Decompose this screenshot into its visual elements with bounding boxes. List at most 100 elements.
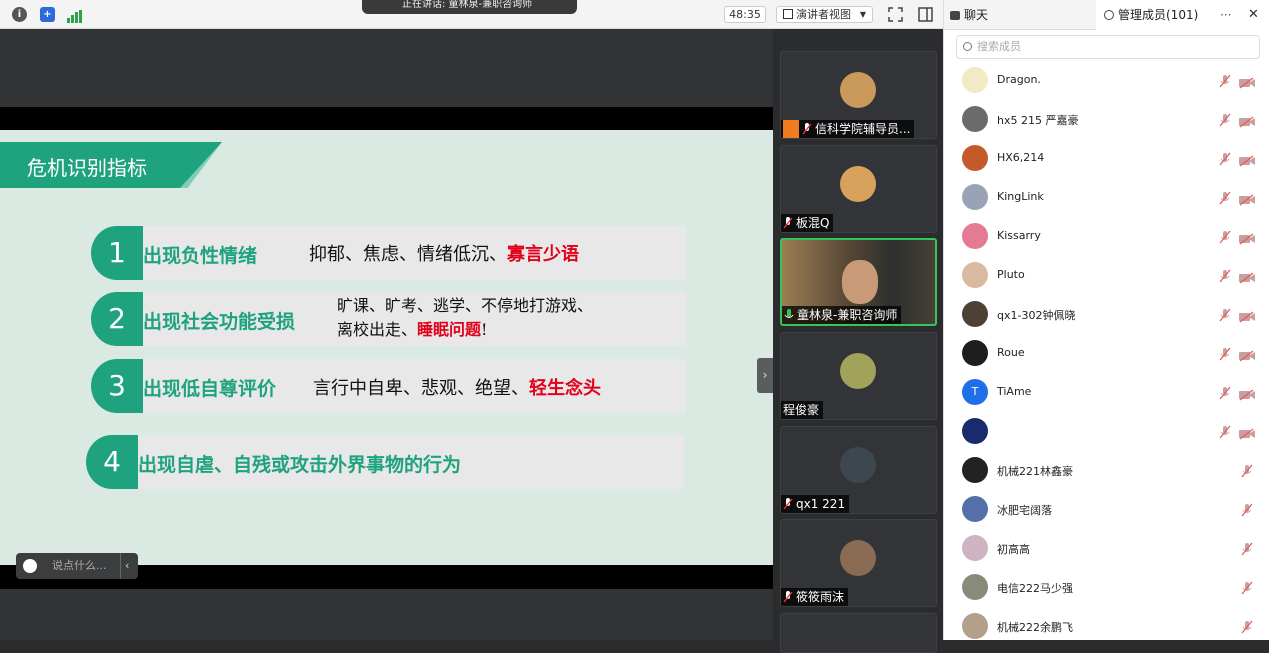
close-icon[interactable]: ✕ (1248, 0, 1259, 30)
mic-muted-icon[interactable] (1219, 73, 1231, 88)
member-row[interactable]: HX6,214 (944, 139, 1269, 178)
mic-muted-icon[interactable] (1219, 307, 1231, 322)
mic-muted-icon[interactable] (1241, 541, 1253, 556)
camera-off-icon[interactable] (1239, 269, 1255, 284)
mic-muted-icon[interactable] (1219, 385, 1231, 400)
emoji-icon[interactable] (23, 559, 37, 573)
camera-off-icon[interactable] (1239, 230, 1255, 245)
item-description: 抑郁、焦虑、情绪低沉、寡言少语 (309, 240, 579, 266)
member-row[interactable]: qx1-302钟佩晓 (944, 295, 1269, 334)
member-row[interactable]: Dragon. (944, 61, 1269, 100)
mic-muted-icon[interactable] (1241, 463, 1253, 478)
video-tile[interactable]: 程俊豪 (780, 332, 937, 420)
member-row[interactable]: 电信222马少强 (944, 568, 1269, 607)
camera-off-icon[interactable] (1239, 425, 1255, 440)
item-number: 1 (91, 226, 143, 280)
item-description: 言行中自卑、悲观、绝望、轻生念头 (313, 374, 601, 400)
mic-muted-icon[interactable] (1241, 580, 1253, 595)
mic-muted-icon[interactable] (1241, 502, 1253, 517)
item-number: 2 (91, 292, 143, 346)
more-options-icon[interactable]: ··· (1220, 0, 1231, 30)
member-avatar: T (962, 379, 988, 405)
desc-line-2: 离校出走、睡眠问题! (337, 318, 593, 342)
camera-off-icon[interactable] (1239, 152, 1255, 167)
mic-muted-icon[interactable] (1219, 346, 1231, 361)
item-heading: 出现低自尊评价 (143, 378, 277, 400)
presentation-slide: 危机识别指标 1 出现负性情绪 抑郁、焦虑、情绪低沉、寡言少语 2 出现社会功能… (0, 130, 773, 565)
member-row[interactable]: Roue (944, 334, 1269, 373)
member-row[interactable]: T TiAme (944, 373, 1269, 412)
info-icon[interactable]: i (12, 7, 27, 22)
desc-text: 离校出走、 (337, 320, 418, 339)
layout-toggle-icon[interactable] (917, 6, 934, 23)
camera-off-icon[interactable] (1239, 191, 1255, 206)
desc-text: 言行中自卑、悲观、绝望、 (313, 378, 529, 399)
member-avatar (962, 457, 988, 483)
search-placeholder: 搜索成员 (977, 40, 1021, 53)
mic-muted-icon[interactable] (1219, 424, 1231, 439)
member-row[interactable] (944, 412, 1269, 451)
participant-name: 信科学院辅导员... (815, 122, 911, 136)
member-row[interactable]: Pluto (944, 256, 1269, 295)
member-name: hx5 215 严嘉豪 (997, 114, 1079, 127)
member-row[interactable]: hx5 215 严嘉豪 (944, 100, 1269, 139)
person-icon (1104, 10, 1114, 20)
video-tile[interactable]: 筱筱雨沫 (780, 519, 937, 607)
mic-muted-icon (783, 498, 793, 510)
member-row[interactable]: 初高高 (944, 529, 1269, 568)
member-row[interactable]: Kissarry (944, 217, 1269, 256)
host-icon (783, 120, 799, 138)
mic-muted-icon[interactable] (1219, 229, 1231, 244)
member-row[interactable]: KingLink (944, 178, 1269, 217)
participant-avatar (840, 166, 876, 202)
video-tile[interactable]: 板混Q (780, 145, 937, 233)
mic-muted-icon[interactable] (1219, 151, 1231, 166)
tab-members[interactable]: 管理成员(101) ··· ✕ (1096, 0, 1269, 30)
video-tile-active-speaker[interactable]: 童林泉-兼职咨询师 (780, 238, 937, 326)
video-tile[interactable]: qx1 221 (780, 426, 937, 514)
member-row[interactable]: 机械222余鹏飞 (944, 607, 1269, 646)
shield-icon[interactable]: + (40, 7, 55, 22)
mic-muted-icon[interactable] (1219, 190, 1231, 205)
member-name: Roue (997, 346, 1025, 359)
collapse-chat-icon[interactable]: ‹ (120, 553, 129, 579)
member-avatar (962, 301, 988, 327)
fullscreen-icon[interactable] (887, 6, 904, 23)
video-tile[interactable] (780, 613, 937, 653)
speaker-head (842, 260, 878, 304)
mic-muted-icon[interactable] (1241, 619, 1253, 634)
mic-muted-icon[interactable] (1219, 112, 1231, 127)
member-row[interactable]: 机械221林鑫豪 (944, 451, 1269, 490)
top-toolbar: i + 正在讲话: 童林泉-兼职咨询师 48:35 演讲者视图 ▼ (0, 0, 943, 29)
collapse-video-panel-button[interactable]: › (757, 358, 773, 393)
member-row[interactable]: 冰肥宅阔落 (944, 490, 1269, 529)
member-name: Pluto (997, 268, 1025, 281)
tab-chat[interactable]: 聊天 (950, 0, 1090, 30)
member-avatar (962, 535, 988, 561)
member-avatar (962, 106, 988, 132)
camera-off-icon[interactable] (1239, 113, 1255, 128)
item-description: 旷课、旷考、逃学、不停地打游戏、 离校出走、睡眠问题! (337, 294, 593, 342)
mic-muted-icon (783, 591, 793, 603)
item-heading: 出现自虐、自残或攻击外界事物的行为 (138, 454, 462, 476)
camera-off-icon[interactable] (1239, 74, 1255, 89)
camera-off-icon[interactable] (1239, 308, 1255, 323)
participant-avatar (840, 72, 876, 108)
view-mode-icon (783, 9, 793, 19)
member-avatar (962, 574, 988, 600)
camera-off-icon[interactable] (1239, 347, 1255, 362)
camera-off-icon[interactable] (1239, 386, 1255, 401)
mic-muted-icon[interactable] (1219, 268, 1231, 283)
participant-avatar (840, 353, 876, 389)
item-number: 4 (86, 435, 138, 489)
member-name: 冰肥宅阔落 (997, 504, 1052, 517)
member-search-input[interactable]: 搜索成员 (956, 35, 1260, 59)
video-tile[interactable]: 信科学院辅导员... (780, 51, 937, 139)
participant-name-label: qx1 221 (781, 495, 850, 513)
participant-name: 筱筱雨沫 (796, 590, 845, 604)
chat-quick-input[interactable]: 说点什么... ‹ (16, 553, 138, 579)
view-mode-dropdown[interactable]: 演讲者视图 ▼ (776, 6, 873, 23)
mic-on-icon (784, 309, 794, 318)
speaking-text: 正在讲话: 童林泉-兼职咨询师 (402, 0, 533, 10)
signal-icon[interactable] (67, 8, 83, 23)
